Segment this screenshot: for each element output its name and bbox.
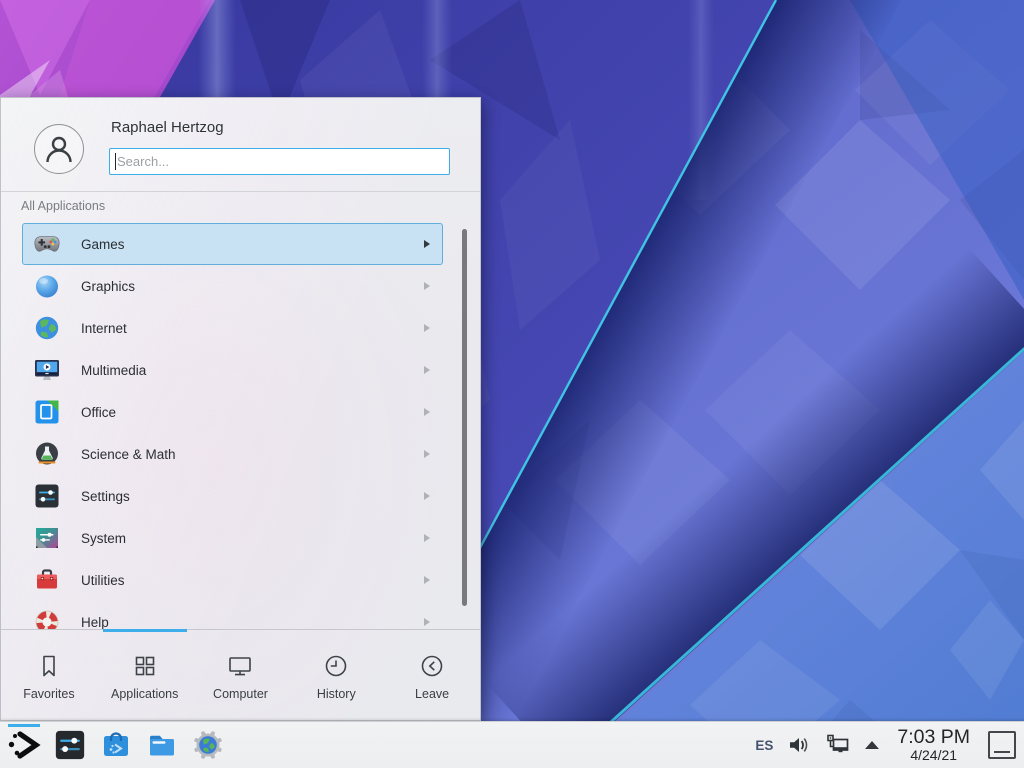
file-manager-task-button[interactable]: [142, 723, 182, 767]
submenu-arrow-icon: [424, 492, 430, 500]
submenu-arrow-icon: [424, 324, 430, 332]
text-caret: [115, 153, 116, 170]
utilities-toolbox-icon: [34, 567, 60, 593]
tab-leave[interactable]: Leave: [384, 630, 480, 720]
submenu-arrow-icon: [424, 408, 430, 416]
multimedia-player-icon: [34, 357, 60, 383]
search-box: [109, 148, 450, 175]
category-multimedia[interactable]: Multimedia: [22, 349, 443, 391]
submenu-arrow-icon: [424, 576, 430, 584]
user-icon: [41, 131, 77, 167]
internet-globe-icon: [34, 315, 60, 341]
clock-date: 4/24/21: [910, 748, 957, 763]
taskbar-panel: ES 7:03 PM 4/24/21: [0, 721, 1024, 768]
category-help[interactable]: Help: [22, 601, 443, 630]
discover-task-button[interactable]: [96, 723, 136, 767]
kali-menu-icon: [7, 729, 41, 761]
show-desktop-button[interactable]: [988, 731, 1016, 759]
office-document-icon: [34, 399, 60, 425]
search-input[interactable]: [109, 148, 450, 175]
launcher-header: Raphael Hertzog: [1, 98, 480, 191]
category-label: Games: [81, 237, 403, 252]
category-settings[interactable]: Settings: [22, 475, 443, 517]
tab-computer[interactable]: Computer: [193, 630, 289, 720]
clock-time: 7:03 PM: [897, 727, 970, 747]
system-settings-task-button[interactable]: [50, 723, 90, 767]
category-label: Utilities: [81, 573, 403, 588]
category-graphics[interactable]: Graphics: [22, 265, 443, 307]
expand-tray-icon[interactable]: [865, 741, 879, 749]
active-app-indicator: [8, 724, 40, 727]
app-launcher-button[interactable]: [4, 723, 44, 767]
active-tab-indicator: [103, 629, 187, 632]
web-browser-task-button[interactable]: [188, 723, 228, 767]
help-lifebuoy-icon: [34, 609, 60, 630]
tab-label: Computer: [213, 687, 268, 701]
scrollbar-thumb[interactable]: [462, 229, 467, 606]
category-internet[interactable]: Internet: [22, 307, 443, 349]
volume-icon[interactable]: [787, 733, 811, 757]
tab-label: Applications: [111, 687, 178, 701]
games-gamepad-icon: [34, 231, 60, 257]
category-label: Internet: [81, 321, 403, 336]
submenu-arrow-icon: [424, 366, 430, 374]
tab-label: Leave: [415, 687, 449, 701]
leave-icon: [418, 652, 446, 680]
category-label: Office: [81, 405, 403, 420]
submenu-arrow-icon: [424, 450, 430, 458]
category-games[interactable]: Games: [22, 223, 443, 265]
system-preferences-icon: [34, 525, 60, 551]
category-system[interactable]: System: [22, 517, 443, 559]
digital-clock[interactable]: 7:03 PM 4/24/21: [897, 727, 970, 762]
tab-favorites[interactable]: Favorites: [1, 630, 97, 720]
discover-store-icon: [100, 729, 132, 761]
user-avatar[interactable]: [34, 124, 84, 174]
show-desktop-glyph: [994, 751, 1010, 753]
category-label: Settings: [81, 489, 403, 504]
category-label: Help: [81, 615, 403, 630]
tab-label: Favorites: [23, 687, 74, 701]
category-list: Games Graphics: [1, 223, 480, 630]
category-science-math[interactable]: Science & Math: [22, 433, 443, 475]
category-utilities[interactable]: Utilities: [22, 559, 443, 601]
submenu-arrow-icon: [424, 618, 430, 626]
system-tray: ES 7:03 PM 4/24/21: [755, 727, 1016, 762]
application-launcher-popup: Raphael Hertzog All Applications: [0, 97, 481, 721]
launcher-tabbar: Favorites Applications: [1, 629, 480, 720]
submenu-arrow-icon: [424, 240, 430, 248]
user-name: Raphael Hertzog: [111, 119, 224, 136]
category-label: Graphics: [81, 279, 403, 294]
web-browser-icon: [192, 729, 224, 761]
section-label: All Applications: [21, 199, 105, 213]
category-label: System: [81, 531, 403, 546]
tab-applications[interactable]: Applications: [97, 630, 193, 720]
tab-label: History: [317, 687, 356, 701]
history-clock-icon: [322, 652, 350, 680]
applications-grid-icon: [131, 652, 159, 680]
graphics-sphere-icon: [34, 273, 60, 299]
submenu-arrow-icon: [424, 282, 430, 290]
science-flask-icon: [34, 441, 60, 467]
desktop[interactable]: Raphael Hertzog All Applications: [0, 0, 1024, 768]
category-label: Science & Math: [81, 447, 403, 462]
category-office[interactable]: Office: [22, 391, 443, 433]
header-divider: [1, 191, 480, 192]
system-settings-icon: [54, 729, 86, 761]
settings-sliders-icon: [34, 483, 60, 509]
submenu-arrow-icon: [424, 534, 430, 542]
computer-monitor-icon: [226, 652, 254, 680]
file-manager-icon: [146, 729, 178, 761]
bookmark-icon: [35, 652, 63, 680]
tab-history[interactable]: History: [288, 630, 384, 720]
category-label: Multimedia: [81, 363, 403, 378]
keyboard-layout-indicator[interactable]: ES: [755, 738, 773, 753]
wired-network-icon[interactable]: [825, 732, 851, 758]
